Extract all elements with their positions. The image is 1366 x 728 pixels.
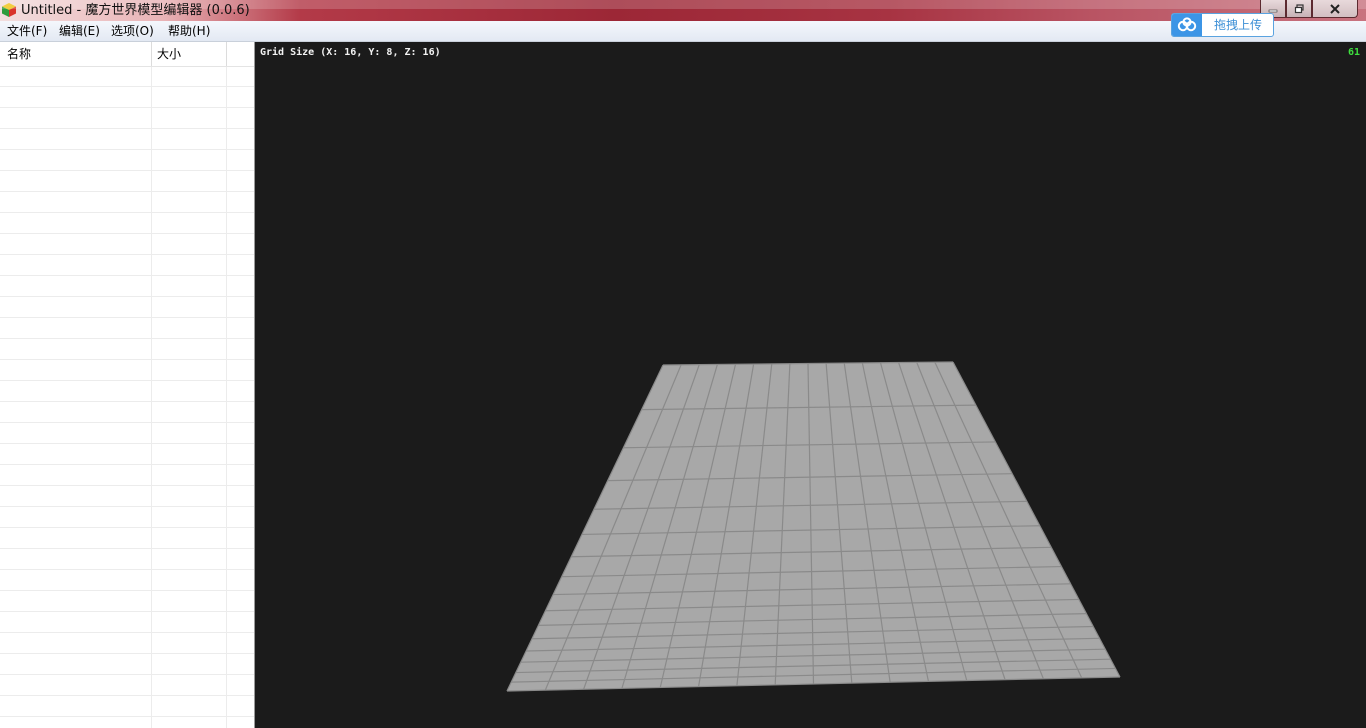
- title-bar: Untitled - 魔方世界模型编辑器 (0.0.6): [0, 0, 1366, 21]
- column-header-name[interactable]: 名称: [7, 46, 31, 62]
- file-list-panel[interactable]: 名称 大小: [0, 42, 255, 728]
- restore-button[interactable]: [1286, 0, 1312, 18]
- menu-bar: 文件(F) 编辑(E) 选项(O) 帮助(H): [0, 21, 1366, 42]
- column-separator: [151, 42, 152, 728]
- 3d-viewport[interactable]: Grid Size (X: 16, Y: 8, Z: 16) 61: [256, 42, 1366, 728]
- menu-options[interactable]: 选项(O): [111, 23, 154, 39]
- drag-upload-button[interactable]: 拖拽上传: [1171, 13, 1274, 37]
- close-button[interactable]: [1312, 0, 1358, 18]
- minimize-icon: [1268, 9, 1278, 12]
- cloud-upload-icon: [1172, 14, 1202, 36]
- header-separator: [226, 42, 227, 66]
- grid-size-label: Grid Size (X: 16, Y: 8, Z: 16): [260, 47, 441, 58]
- close-icon: [1330, 3, 1340, 14]
- column-header-size[interactable]: 大小: [157, 46, 181, 62]
- header-separator: [151, 42, 152, 66]
- file-list-rows: [0, 66, 254, 728]
- file-list-header: 名称 大小: [0, 42, 254, 67]
- drag-upload-label: 拖拽上传: [1214, 18, 1263, 32]
- grid-plane: [506, 361, 1121, 692]
- menu-edit[interactable]: 编辑(E): [59, 23, 100, 39]
- app-cube-icon: [2, 3, 16, 17]
- fps-counter: 61: [1347, 47, 1360, 58]
- menu-file[interactable]: 文件(F): [7, 23, 47, 39]
- restore-icon: [1294, 3, 1304, 13]
- menu-help[interactable]: 帮助(H): [168, 23, 210, 39]
- window-title: Untitled - 魔方世界模型编辑器 (0.0.6): [21, 3, 250, 18]
- column-separator: [226, 42, 227, 728]
